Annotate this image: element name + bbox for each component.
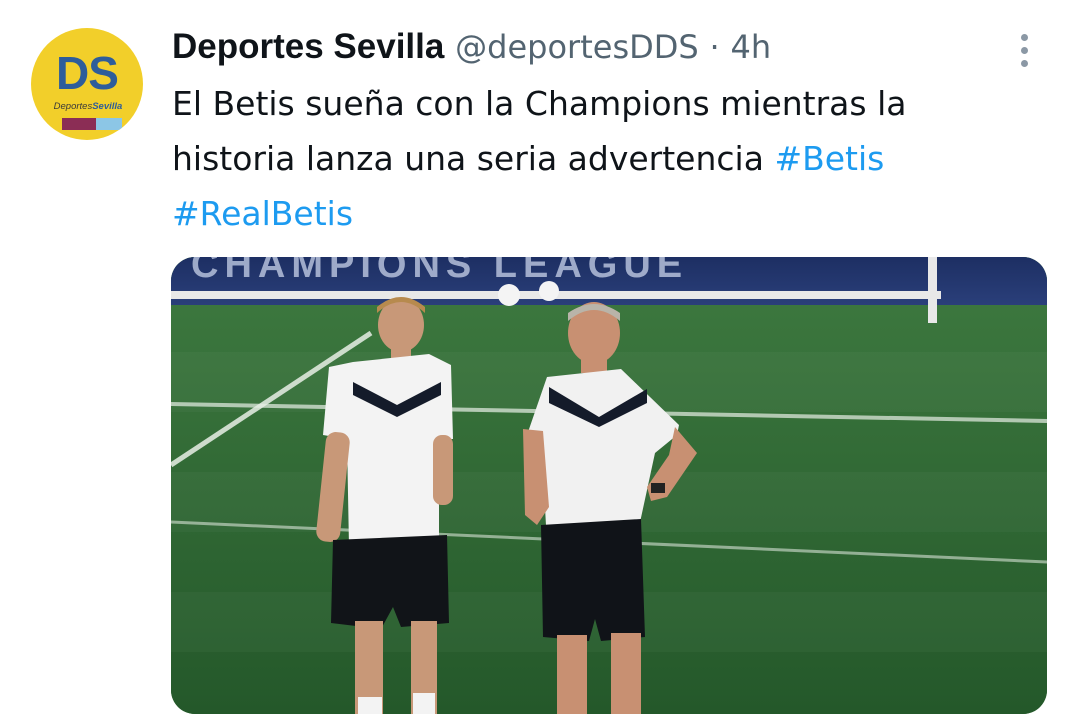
avatar-logo-mark: DS — [56, 47, 119, 99]
user-handle[interactable]: @deportesDDS — [455, 28, 699, 66]
tweet-text: El Betis sueña con la Champions mientras… — [172, 76, 1032, 241]
hashtag-betis[interactable]: #Betis — [774, 139, 884, 178]
avatar-logo-name-part2: Sevilla — [92, 101, 123, 112]
tweet-media-image[interactable]: CHAMPIONS LEAGUE — [171, 257, 1047, 714]
tweet[interactable]: DS DeportesSevilla Deportes Sevilla @dep… — [0, 0, 1080, 725]
display-name[interactable]: Deportes Sevilla — [172, 27, 444, 66]
avatar[interactable]: DS DeportesSevilla — [31, 28, 143, 140]
separator-dot: · — [709, 28, 720, 66]
football-pitch-photo: CHAMPIONS LEAGUE — [171, 257, 1047, 714]
banner-text: CHAMPIONS LEAGUE — [191, 257, 688, 286]
avatar-logo-name: DeportesSevilla — [45, 101, 131, 112]
avatar-logo-stripe — [62, 118, 122, 130]
avatar-logo-name-part1: Deportes — [53, 101, 93, 112]
hashtag-realbetis[interactable]: #RealBetis — [172, 194, 353, 233]
more-options-icon[interactable] — [1016, 34, 1032, 68]
timestamp[interactable]: 4h — [731, 28, 772, 66]
tweet-header: Deportes Sevilla @deportesDDS · 4h — [172, 22, 771, 72]
